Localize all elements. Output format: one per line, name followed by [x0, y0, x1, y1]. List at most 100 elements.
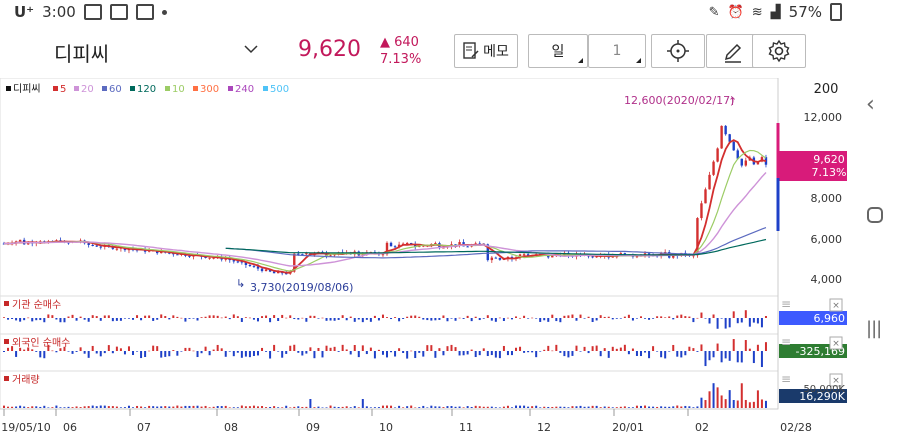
flow-bar — [168, 351, 171, 357]
signal-icon: ▟ — [770, 4, 781, 20]
legend-item[interactable]: 300 — [200, 84, 219, 95]
flow-bar — [752, 351, 755, 364]
volume-bar — [708, 391, 711, 408]
volume-bar — [418, 407, 421, 408]
panel-title-swatch — [4, 339, 9, 344]
legend-item[interactable]: 60 — [109, 84, 122, 95]
volume-bar — [365, 406, 368, 408]
candle-body — [91, 244, 94, 246]
flow-bar — [575, 318, 578, 321]
volume-bar — [744, 399, 747, 408]
legend-item[interactable]: 120 — [137, 84, 156, 95]
flow-bar — [587, 351, 590, 354]
legend-item[interactable]: 디피씨 — [13, 83, 41, 95]
flow-bar — [712, 351, 715, 358]
stock-chart[interactable]: 디피씨5206012010300240500 200 12,00010,0008… — [0, 78, 850, 437]
period-count-input[interactable]: 1 — [588, 34, 646, 68]
volume-bar — [478, 406, 481, 408]
flow-bar — [269, 351, 272, 359]
flow-bar — [212, 315, 215, 318]
flow-bar — [700, 344, 703, 351]
candle-body — [591, 256, 594, 258]
flow-bar — [252, 318, 255, 320]
memo-button[interactable]: 메모 — [454, 34, 518, 68]
flow-bar — [232, 314, 235, 318]
flow-bar — [454, 318, 457, 321]
flow-bar — [11, 318, 14, 320]
flow-bar — [39, 318, 42, 321]
volume-bar — [704, 400, 707, 408]
volume-bar — [305, 406, 308, 408]
flow-bar — [442, 315, 445, 318]
volume-bar — [756, 390, 759, 408]
panel-menu-icon[interactable]: ≡ — [781, 335, 791, 349]
flow-bar — [656, 351, 659, 352]
tag-price: 9,620 — [813, 153, 845, 166]
flow-bar — [361, 345, 364, 351]
flow-bar — [474, 316, 477, 318]
flow-bar — [79, 347, 82, 351]
flow-bar — [644, 318, 647, 319]
crosshair-button[interactable] — [651, 34, 705, 68]
volume-bar — [353, 406, 356, 408]
panel-menu-icon[interactable]: ≡ — [781, 297, 791, 311]
flow-bar — [531, 351, 534, 353]
flow-bar — [607, 351, 610, 358]
battery-percent: 57% — [788, 3, 822, 21]
volume-bar — [587, 406, 590, 408]
panel-menu-icon[interactable]: ≡ — [781, 372, 791, 386]
volume-bar — [619, 406, 622, 408]
flow-bar — [224, 316, 227, 318]
flow-bar — [716, 343, 719, 351]
volume-bar — [748, 402, 751, 408]
flow-bar — [51, 315, 54, 318]
flow-bar — [317, 347, 320, 351]
recent-apps-icon[interactable]: ||| — [866, 318, 882, 339]
candle-body — [18, 239, 22, 242]
volume-bar — [390, 405, 393, 408]
volume-bar — [285, 405, 288, 408]
price-tick: 6,000 — [811, 233, 843, 246]
volume-bar — [208, 407, 211, 408]
flow-bar — [196, 318, 199, 321]
legend-item[interactable]: 20 — [81, 84, 94, 95]
legend-item[interactable]: 500 — [270, 84, 289, 95]
legend-item[interactable]: 240 — [235, 84, 254, 95]
stock-name[interactable]: 디피씨 — [54, 38, 109, 67]
candle-body — [466, 246, 469, 248]
volume-bar — [426, 407, 429, 408]
flow-bar — [244, 317, 247, 318]
back-icon[interactable]: ‹ — [866, 92, 875, 117]
flow-bar — [277, 351, 280, 352]
volume-bar — [19, 405, 22, 408]
candle-body — [732, 141, 735, 151]
volume-bar — [474, 405, 477, 408]
flow-bar — [410, 350, 413, 352]
flow-bar — [252, 351, 255, 356]
memo-icon — [463, 42, 479, 59]
volume-bar — [3, 405, 5, 408]
volume-bar — [83, 406, 86, 408]
flow-bar — [369, 347, 372, 351]
flow-bar — [71, 351, 74, 354]
flow-bar — [426, 345, 429, 351]
flow-bar — [123, 351, 126, 355]
volume-bar — [644, 405, 647, 408]
volume-bar — [591, 405, 594, 408]
volume-bar — [337, 407, 340, 408]
home-icon[interactable] — [866, 206, 884, 229]
stock-toolbar: 디피씨 9,620 ▲ 640 7.13% 메모 일 1 — [0, 26, 850, 78]
flow-bar — [381, 351, 384, 355]
chevron-down-icon[interactable] — [244, 42, 258, 56]
legend-item[interactable]: 5 — [60, 84, 66, 95]
flow-bar — [140, 318, 143, 321]
volume-bar — [563, 406, 566, 408]
settings-button[interactable] — [752, 34, 806, 68]
price-tick: 8,000 — [811, 192, 843, 205]
period-select[interactable]: 일 — [528, 34, 588, 68]
volume-bar — [523, 405, 526, 408]
volume-bar — [111, 406, 114, 408]
flow-bar — [349, 351, 352, 355]
legend-item[interactable]: 10 — [172, 84, 185, 95]
volume-bar — [398, 405, 401, 408]
